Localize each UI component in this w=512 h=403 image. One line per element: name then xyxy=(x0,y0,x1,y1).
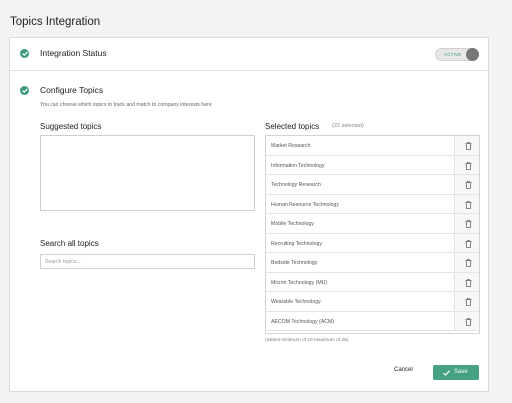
topic-name: Micron Technology (MU) xyxy=(271,279,328,286)
topic-name: Human Resource Technology xyxy=(271,201,339,208)
configure-topics-description: You can choose which topics to track and… xyxy=(40,102,212,108)
toggle-knob xyxy=(466,48,479,61)
topic-name: Mobile Technology xyxy=(271,221,314,227)
topic-name: Market Research xyxy=(271,143,311,149)
topic-row: Recruiting Technology xyxy=(266,233,479,253)
trash-icon xyxy=(465,317,472,326)
delete-topic-button[interactable] xyxy=(454,292,479,311)
suggested-topics-title: Suggested topics xyxy=(40,122,102,131)
delete-topic-button[interactable] xyxy=(454,175,479,194)
check-circle-icon xyxy=(20,49,29,58)
delete-topic-button[interactable] xyxy=(454,311,479,330)
selection-hint: (Select minimum of 10 maximum of 25) xyxy=(265,338,349,343)
topic-name: AECOM Technology (ACM) xyxy=(271,318,335,325)
trash-icon xyxy=(465,200,472,209)
selected-topics-list: Market Research Information Technology T… xyxy=(265,135,480,334)
trash-icon xyxy=(465,259,472,267)
search-topics-title: Search all topics xyxy=(40,239,99,248)
topic-row: Wearable Technology xyxy=(266,292,479,312)
topic-row: Bedside Technology xyxy=(266,253,479,273)
delete-topic-button[interactable] xyxy=(454,136,479,155)
topic-row: Micron Technology (MU) xyxy=(266,272,479,292)
trash-icon xyxy=(465,220,472,228)
configure-topics-title: Configure Topics xyxy=(40,85,104,95)
suggested-topics-box[interactable] xyxy=(40,135,255,211)
check-circle-icon xyxy=(20,86,29,95)
trash-icon xyxy=(465,161,472,170)
topic-name: Information Technology xyxy=(271,162,325,169)
save-label: Save xyxy=(454,369,468,375)
delete-topic-button[interactable] xyxy=(454,253,479,272)
integration-status-label: Integration Status xyxy=(40,48,107,58)
delete-topic-button[interactable] xyxy=(454,155,479,174)
cancel-button[interactable]: Cancel xyxy=(394,367,413,373)
integration-status-row: Integration Status ACTIVE xyxy=(10,38,488,71)
topic-row: Information Technology xyxy=(266,155,479,175)
topic-row: Mobile Technology xyxy=(266,214,479,234)
page-title: Topics Integration xyxy=(10,16,101,28)
delete-topic-button[interactable] xyxy=(454,194,479,213)
active-toggle[interactable]: ACTIVE xyxy=(435,48,479,61)
selected-count: (22 selected) xyxy=(332,123,364,129)
checkmark-icon xyxy=(443,369,450,376)
trash-icon xyxy=(465,278,472,287)
delete-topic-button[interactable] xyxy=(454,233,479,252)
topic-name: Technology Research xyxy=(271,182,321,188)
topic-row: Market Research xyxy=(266,136,479,156)
trash-icon xyxy=(465,239,472,248)
selected-topics-title: Selected topics xyxy=(265,122,320,131)
topic-name: Bedside Technology xyxy=(271,260,318,266)
integration-panel: Integration Status ACTIVE Configure Topi… xyxy=(9,37,489,392)
trash-icon xyxy=(465,181,472,189)
topic-row: Human Resource Technology xyxy=(266,194,479,214)
trash-icon xyxy=(465,142,472,150)
trash-icon xyxy=(465,298,472,306)
topic-name: Recruiting Technology xyxy=(271,240,322,247)
topic-name: Wearable Technology xyxy=(271,299,321,305)
delete-topic-button[interactable] xyxy=(454,214,479,233)
save-button[interactable]: Save xyxy=(433,365,479,380)
topic-row: AECOM Technology (ACM) xyxy=(266,311,479,331)
search-topics-input[interactable] xyxy=(40,254,255,269)
toggle-text: ACTIVE xyxy=(444,52,462,57)
topic-row: Technology Research xyxy=(266,175,479,195)
delete-topic-button[interactable] xyxy=(454,272,479,291)
